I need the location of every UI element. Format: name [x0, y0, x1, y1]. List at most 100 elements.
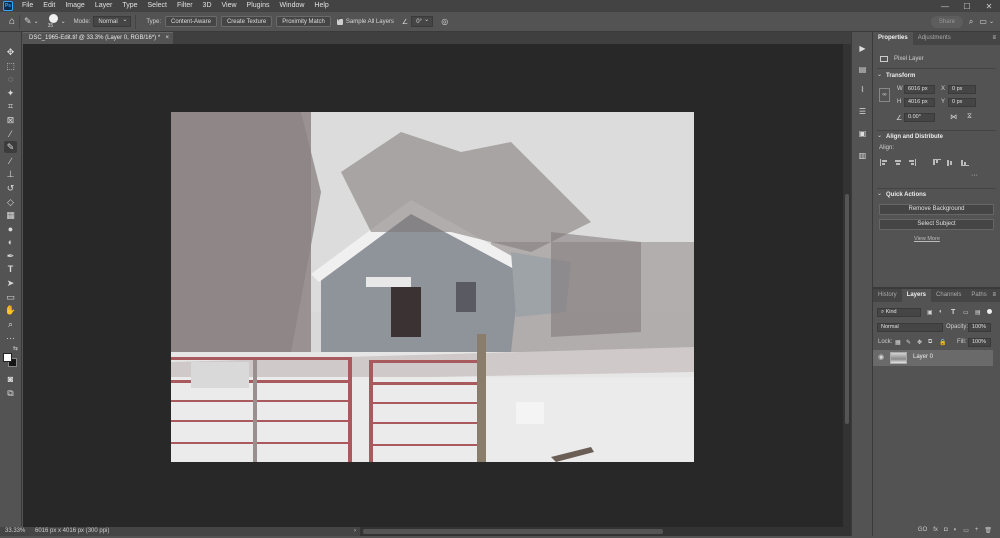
quick-mask-icon[interactable]: ◙	[4, 373, 17, 385]
lock-artboard-icon[interactable]: ⧉	[928, 339, 932, 346]
search-icon[interactable]: ⌕	[969, 17, 973, 27]
blend-mode-select[interactable]: Normal	[877, 323, 943, 332]
menu-window[interactable]: Window	[275, 0, 310, 12]
hand-tool-icon[interactable]: ✋	[4, 304, 17, 316]
align-center-v-icon[interactable]	[947, 159, 955, 166]
close-button[interactable]: ✕	[978, 2, 1000, 11]
lock-position-icon[interactable]: ✥	[917, 339, 922, 346]
zoom-tool-icon[interactable]: ⌕	[4, 318, 17, 330]
tab-properties[interactable]: Properties	[873, 32, 913, 45]
eyedropper-tool-icon[interactable]: ⁄	[4, 128, 17, 140]
marquee-tool-icon[interactable]: ⬚	[4, 60, 17, 72]
path-selection-tool-icon[interactable]: ➤	[4, 277, 17, 289]
filter-shape-icon[interactable]: ▭	[963, 309, 969, 316]
menu-help[interactable]: Help	[309, 0, 333, 12]
height-input[interactable]: 4016 px	[904, 98, 935, 107]
x-input[interactable]: 0 px	[948, 85, 976, 94]
chevron-down-icon[interactable]: ⌄	[61, 18, 66, 25]
document-image[interactable]	[171, 112, 694, 462]
magic-wand-tool-icon[interactable]: ✦	[4, 87, 17, 99]
proximity-match-button[interactable]: Proximity Match	[276, 16, 331, 27]
align-bottom-icon[interactable]	[961, 159, 969, 166]
filter-type-icon[interactable]: T	[951, 309, 955, 316]
add-mask-icon[interactable]: ◘	[944, 527, 948, 538]
spot-healing-brush-tool-icon[interactable]: ✎	[4, 141, 17, 153]
opacity-input[interactable]: 100%	[968, 323, 991, 332]
menu-edit[interactable]: Edit	[38, 0, 60, 12]
menu-image[interactable]: Image	[60, 0, 89, 12]
delete-layer-icon[interactable]: 🗑	[984, 527, 992, 538]
menu-layer[interactable]: Layer	[90, 0, 118, 12]
blur-tool-icon[interactable]: ●	[4, 223, 17, 235]
gradient-tool-icon[interactable]: ▦	[4, 209, 17, 221]
libraries-icon[interactable]: ▣	[856, 127, 869, 139]
create-texture-button[interactable]: Create Texture	[220, 16, 273, 27]
foreground-color-swatch[interactable]	[3, 353, 12, 362]
new-group-icon[interactable]: ▭	[963, 527, 969, 538]
menu-type[interactable]: Type	[117, 0, 142, 12]
layer-filter-select[interactable]: ⌕ Kind	[877, 308, 921, 317]
chevron-down-icon[interactable]: ⌄	[34, 18, 39, 25]
lasso-tool-icon[interactable]: ◌	[4, 73, 17, 85]
menu-file[interactable]: File	[17, 0, 38, 12]
select-subject-button[interactable]: Select Subject	[879, 219, 994, 230]
brush-preset-picker[interactable]: 35	[47, 13, 61, 31]
align-top-icon[interactable]	[933, 159, 941, 166]
flip-horizontal-icon[interactable]: ⋈	[950, 113, 957, 121]
move-tool-icon[interactable]: ✥	[4, 46, 17, 58]
lock-transparent-icon[interactable]: ▦	[895, 339, 901, 346]
layer-row[interactable]: ◉ Layer 0	[873, 350, 993, 366]
document-tab[interactable]: DSC_1965-Edit.tif @ 33.3% (Layer 0, RGB/…	[23, 32, 173, 44]
fill-input[interactable]: 100%	[968, 338, 991, 347]
plugins-icon[interactable]: ▥	[856, 149, 869, 161]
mode-select[interactable]: Normal	[93, 16, 132, 27]
menu-plugins[interactable]: Plugins	[242, 0, 275, 12]
type-tool-icon[interactable]: T	[4, 263, 17, 275]
more-tools-icon[interactable]: ···	[4, 332, 17, 344]
default-colors-icon[interactable]: ⇆	[13, 345, 18, 352]
align-center-h-icon[interactable]	[894, 159, 902, 166]
play-actions-icon[interactable]: ▶	[856, 42, 869, 54]
new-layer-icon[interactable]: +	[975, 527, 979, 538]
align-right-icon[interactable]	[908, 159, 916, 166]
menu-3d[interactable]: 3D	[198, 0, 217, 12]
tab-channels[interactable]: Channels	[931, 289, 966, 302]
horizontal-scroll-thumb[interactable]	[363, 529, 663, 534]
maximize-button[interactable]: ☐	[956, 2, 978, 11]
menu-select[interactable]: Select	[143, 0, 172, 12]
y-input[interactable]: 0 px	[948, 98, 976, 107]
remove-background-button[interactable]: Remove Background	[879, 204, 994, 215]
canvas-area[interactable]	[23, 44, 843, 527]
adjustments-icon[interactable]: ▤	[856, 63, 869, 75]
angle-input[interactable]: 0°	[411, 16, 434, 27]
vertical-scroll-thumb[interactable]	[845, 194, 849, 424]
spot-healing-brush-icon[interactable]: ✎	[24, 16, 32, 27]
share-button[interactable]: Share	[930, 15, 963, 28]
pressure-size-icon[interactable]: ◎	[441, 17, 448, 26]
document-info[interactable]: 6016 px x 4016 px (300 ppi)	[30, 527, 109, 536]
close-tab-icon[interactable]: ×	[165, 33, 169, 44]
filter-adjustment-icon[interactable]: ◐	[939, 309, 943, 315]
panel-menu-icon[interactable]: ≡	[992, 32, 1000, 45]
zoom-level[interactable]: 33.33%	[0, 527, 30, 536]
sample-all-layers-checkbox[interactable]	[336, 16, 343, 25]
clone-stamp-tool-icon[interactable]: ⊥	[4, 168, 17, 180]
layer-effects-icon[interactable]: fx	[933, 527, 938, 538]
panel-menu-icon[interactable]: ≡	[992, 289, 1000, 302]
pen-tool-icon[interactable]: ✒	[4, 250, 17, 262]
menu-filter[interactable]: Filter	[172, 0, 198, 12]
tab-layers[interactable]: Layers	[901, 289, 932, 302]
chevron-right-icon[interactable]: ›	[349, 527, 360, 536]
vertical-scrollbar[interactable]	[843, 44, 851, 527]
angle-input[interactable]: 0.00°	[904, 113, 935, 122]
workspace-icon[interactable]: ▭	[979, 17, 987, 26]
adjustment-layer-icon[interactable]: ◐	[954, 527, 958, 538]
eraser-tool-icon[interactable]: ◇	[4, 196, 17, 208]
align-more-icon[interactable]: ···	[971, 172, 978, 179]
history-brush-tool-icon[interactable]: ↺	[4, 182, 17, 194]
menu-view[interactable]: View	[217, 0, 242, 12]
width-input[interactable]: 6016 px	[904, 85, 935, 94]
minimize-button[interactable]: —	[934, 2, 956, 11]
dodge-tool-icon[interactable]: ◐	[4, 236, 17, 248]
view-more-link[interactable]: View More	[914, 236, 940, 242]
